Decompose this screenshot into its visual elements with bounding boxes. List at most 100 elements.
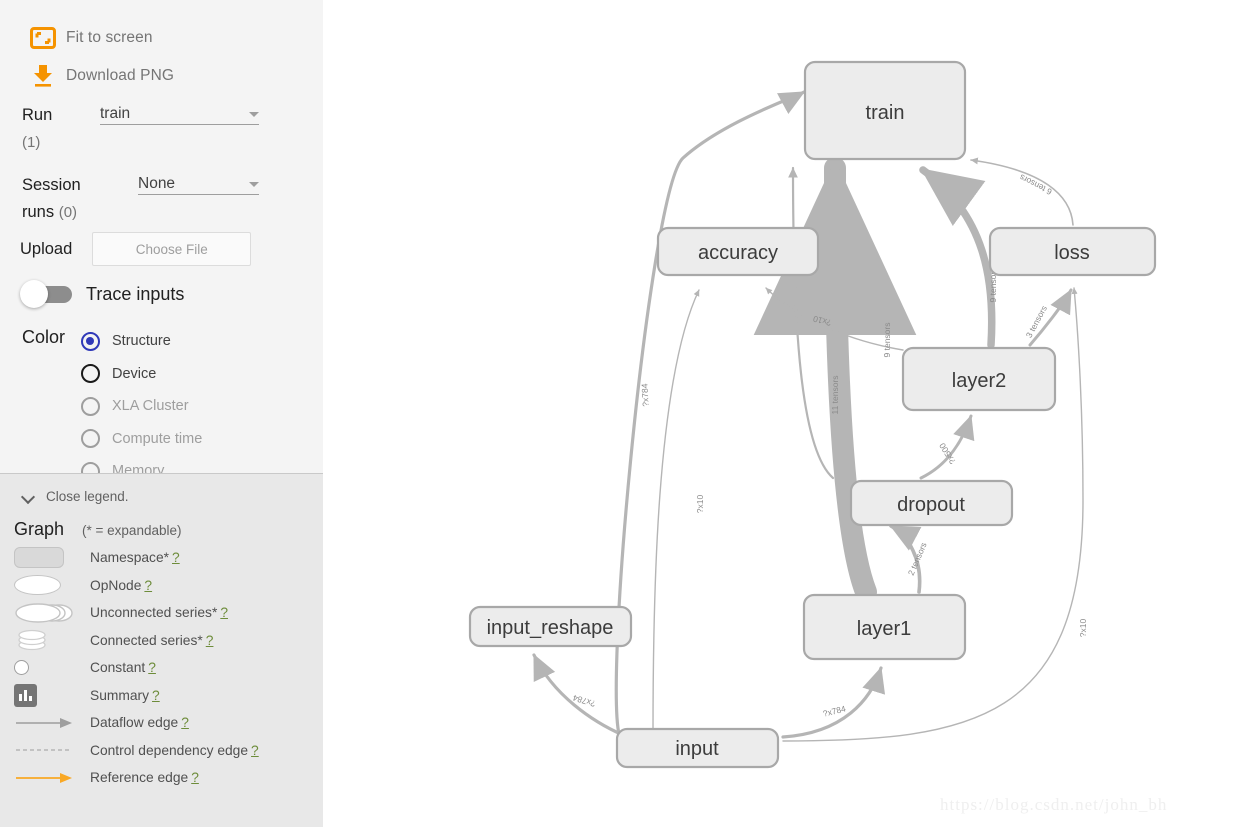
- graph-controls-panel: Fit to screen Download PNG Run (1) train…: [0, 0, 323, 473]
- graph-node-input-label: input: [675, 738, 719, 760]
- run-field: Run (1): [22, 102, 52, 156]
- help-link-summary[interactable]: ?: [152, 688, 160, 703]
- upload-field: Upload Choose File: [20, 232, 252, 266]
- radio-icon-memory: [81, 461, 100, 473]
- graph-svg[interactable]: ?x784 ?x10 ?x784 ?x10 ?x784 11 tensors 2…: [323, 0, 1247, 827]
- download-png-label: Download PNG: [66, 67, 175, 84]
- graph-node-input-reshape-label: input_reshape: [487, 617, 614, 639]
- legend-item-reference-edge: Reference edge?: [14, 764, 314, 792]
- color-option-xla-cluster[interactable]: XLA Cluster: [81, 390, 202, 423]
- help-link-dataflow-edge[interactable]: ?: [181, 715, 189, 730]
- legend-item-namespace: Namespace*?: [14, 544, 314, 572]
- edge-label-input-layer1: ?x784: [822, 703, 847, 718]
- legend-item-constant: Constant?: [14, 654, 314, 682]
- constant-icon: [14, 660, 90, 676]
- radio-icon-device: [81, 364, 100, 384]
- trace-inputs-label: Trace inputs: [86, 283, 185, 304]
- download-png-button[interactable]: Download PNG: [20, 60, 174, 92]
- legend-item-unconnected-series: Unconnected series*?: [14, 599, 314, 627]
- session-runs-count: (0): [58, 204, 78, 221]
- close-legend-button[interactable]: Close legend.: [22, 489, 129, 504]
- upload-label: Upload: [20, 239, 73, 258]
- help-link-connected-series[interactable]: ?: [206, 633, 214, 648]
- legend-item-dataflow-edge: Dataflow edge?: [14, 709, 314, 737]
- dataflow-edge-icon: [14, 716, 90, 730]
- color-option-xla-cluster-label: XLA Cluster: [112, 398, 189, 415]
- legend-item-list: Namespace*? OpNode? Unconnected series* …: [14, 544, 314, 792]
- help-link-reference-edge[interactable]: ?: [191, 770, 199, 785]
- legend-item-connected-series: Connected series*?: [14, 627, 314, 655]
- namespace-icon: [14, 547, 90, 569]
- help-link-control-dependency-edge[interactable]: ?: [251, 743, 259, 758]
- legend-item-reference-edge-label: Reference edge: [90, 770, 189, 786]
- fit-to-screen-label: Fit to screen: [66, 29, 153, 46]
- color-radio-list: Structure Device XLA Cluster Compute tim…: [81, 325, 202, 473]
- help-link-unconnected-series[interactable]: ?: [220, 605, 228, 620]
- trace-inputs-row: Trace inputs: [20, 280, 184, 308]
- edge-label-input-loss: ?x10: [1078, 619, 1088, 638]
- edge-label-input-accuracy: ?x10: [695, 495, 705, 514]
- graph-node-input[interactable]: input: [615, 727, 780, 769]
- fit-to-screen-icon: [20, 26, 66, 50]
- legend-item-connected-series-label: Connected series*: [90, 632, 203, 648]
- edge-input-accuracy: [652, 289, 700, 734]
- graph-node-layer2-label: layer2: [952, 370, 1006, 392]
- graph-node-loss[interactable]: loss: [988, 226, 1157, 277]
- edge-layer2-train: [919, 166, 996, 349]
- trace-inputs-toggle[interactable]: [20, 280, 73, 308]
- legend-header: Graph (* = expandable): [14, 519, 181, 540]
- radio-icon-xla-cluster: [81, 396, 100, 416]
- legend-item-summary: Summary?: [14, 682, 314, 710]
- legend-item-opnode: OpNode?: [14, 572, 314, 600]
- graph-node-accuracy[interactable]: accuracy: [656, 226, 820, 277]
- legend-item-control-dependency-edge-label: Control dependency edge: [90, 742, 249, 758]
- help-link-constant[interactable]: ?: [148, 660, 156, 675]
- radio-icon-structure: [81, 331, 100, 351]
- legend-hint: (* = expandable): [82, 523, 182, 538]
- graph-node-accuracy-label: accuracy: [698, 242, 778, 264]
- legend-item-summary-label: Summary: [90, 687, 150, 703]
- edge-label-dropout-layer2: ?x500: [937, 441, 958, 466]
- color-option-memory[interactable]: Memory: [81, 455, 202, 473]
- color-option-device[interactable]: Device: [81, 358, 202, 391]
- color-option-compute-time[interactable]: Compute time: [81, 423, 202, 456]
- session-runs-selected-value: None: [138, 175, 176, 192]
- chevron-down-icon: [249, 112, 259, 117]
- run-select[interactable]: train: [100, 100, 259, 125]
- graph-node-train-label: train: [866, 102, 905, 124]
- graph-node-train[interactable]: train: [803, 60, 967, 161]
- chevron-down-icon: [22, 491, 34, 503]
- edge-input-train: [614, 90, 806, 743]
- graph-node-loss-label: loss: [1054, 242, 1090, 264]
- opnode-icon: [14, 575, 90, 596]
- graph-node-layer1-label: layer1: [857, 618, 911, 640]
- graph-node-dropout[interactable]: dropout: [849, 479, 1014, 527]
- legend-item-dataflow-edge-label: Dataflow edge: [90, 715, 179, 731]
- graph-nodes[interactable]: train accuracy loss layer2 dropout layer…: [468, 60, 1157, 769]
- graph-node-layer2[interactable]: layer2: [901, 346, 1057, 412]
- graph-node-layer1[interactable]: layer1: [802, 593, 967, 661]
- radio-icon-compute-time: [81, 429, 100, 449]
- graph-node-dropout-label: dropout: [897, 494, 965, 516]
- color-option-device-label: Device: [112, 365, 157, 382]
- reference-edge-icon: [14, 771, 90, 785]
- connected-series-icon: [14, 628, 90, 652]
- edge-loss-train: [970, 157, 1074, 226]
- control-dependency-edge-icon: [14, 745, 90, 755]
- edge-label-dropout-train: 9 tensors: [882, 323, 892, 358]
- help-link-namespace[interactable]: ?: [172, 550, 180, 565]
- toggle-knob: [20, 280, 48, 308]
- color-option-structure[interactable]: Structure: [81, 325, 202, 358]
- unconnected-series-icon: [14, 602, 90, 624]
- help-link-opnode[interactable]: ?: [144, 578, 152, 593]
- session-runs-select[interactable]: None: [138, 170, 259, 195]
- watermark: https://blog.csdn.net/john_bh: [940, 795, 1168, 814]
- chevron-down-icon: [249, 182, 259, 187]
- color-option-memory-label: Memory: [112, 463, 165, 473]
- choose-file-button[interactable]: Choose File: [92, 232, 252, 266]
- tensorboard-graph-page: Fit to screen Download PNG Run (1) train…: [0, 0, 1247, 827]
- fit-to-screen-button[interactable]: Fit to screen: [20, 22, 153, 54]
- graph-canvas[interactable]: ?x784 ?x10 ?x784 ?x10 ?x784 11 tensors 2…: [323, 0, 1247, 827]
- graph-node-input-reshape[interactable]: input_reshape: [468, 605, 633, 648]
- color-label: Color: [22, 327, 66, 347]
